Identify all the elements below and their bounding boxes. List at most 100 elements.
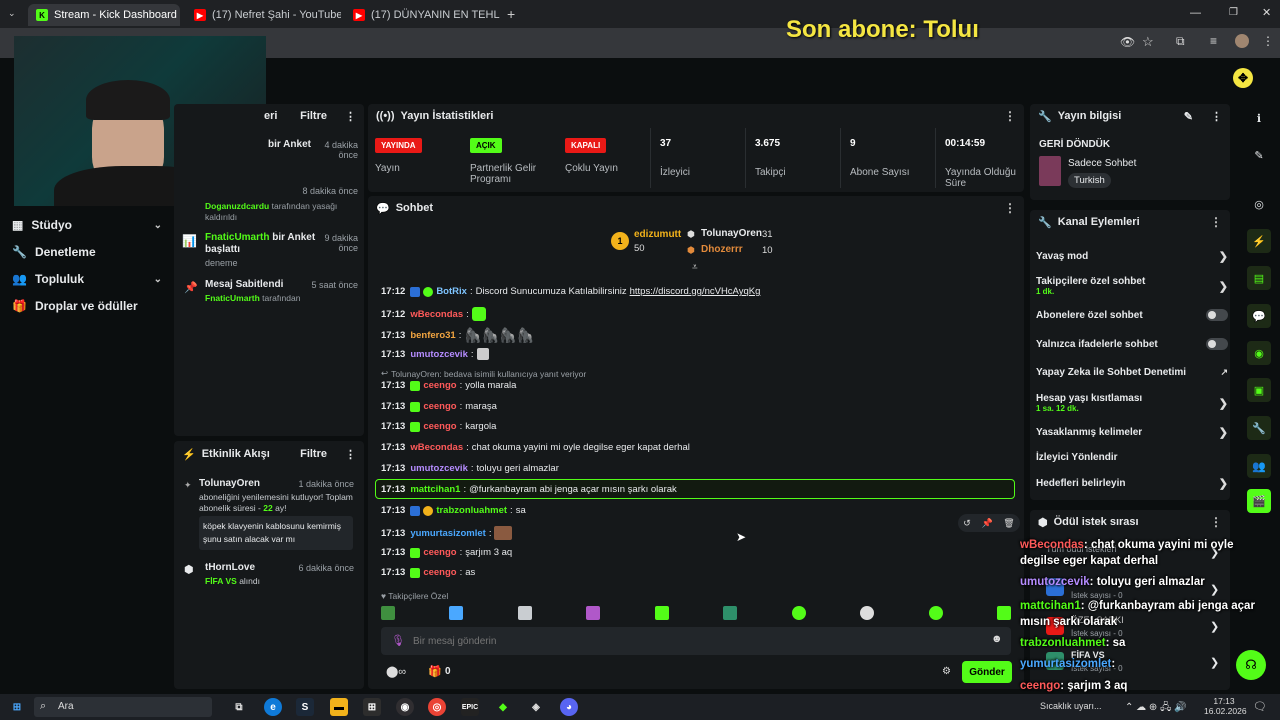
clapper-icon[interactable]: 🎬 — [1247, 489, 1271, 513]
notifications-icon[interactable]: 🗨 — [1253, 700, 1267, 713]
emote[interactable] — [860, 606, 875, 620]
reply-icon[interactable]: ↺ — [963, 518, 971, 529]
chat-input[interactable] — [413, 632, 973, 650]
emoji-icon[interactable]: ☻ — [991, 633, 1003, 645]
followers-only-row[interactable]: Takipçilere özel sohbet 1 dk. ❯ — [1036, 276, 1228, 296]
stream-category[interactable]: Sadece Sohbet — [1068, 158, 1136, 169]
emote[interactable] — [381, 606, 395, 620]
message-user[interactable]: wBecondas — [410, 309, 463, 320]
chevron-right-icon[interactable]: ❯ — [1210, 656, 1219, 669]
goals-row[interactable]: Hedefleri belirleyin ❯ — [1036, 477, 1228, 490]
message-user[interactable]: ceengo — [423, 380, 456, 391]
obs-icon[interactable]: ◉ — [396, 698, 414, 716]
message-user[interactable]: mattcihan1 — [410, 484, 460, 495]
message-user[interactable]: umutozcevik — [410, 463, 468, 474]
message-user[interactable]: ceengo — [423, 547, 456, 558]
dashboard-logo-icon[interactable]: ✥ — [1233, 68, 1253, 88]
nav-moderation[interactable]: 🔧 Denetleme — [12, 245, 162, 259]
edge-icon[interactable]: e — [264, 698, 282, 716]
steam-icon[interactable]: S — [296, 698, 314, 716]
activity-user[interactable]: tHornLove — [205, 562, 255, 573]
mod-entry-user[interactable]: FnaticUmarth — [205, 293, 260, 303]
info-icon[interactable]: ℹ — [1247, 106, 1271, 130]
chat-input-box[interactable]: 🎙 ☻ — [381, 627, 1011, 655]
activity-user[interactable]: TolunayOren — [199, 478, 260, 489]
emotes-only-toggle[interactable] — [1206, 338, 1228, 350]
more-icon[interactable]: ⋮ — [1210, 515, 1222, 529]
profile-avatar[interactable] — [1235, 34, 1249, 48]
message-link[interactable]: https://discord.gg/ncVHcAyqKg — [630, 286, 761, 297]
app-icon[interactable]: ◆ — [494, 698, 512, 716]
tab-youtube-2[interactable]: ▶ (17) DÜNYANIN EN TEHLİKELİ T ✕ — [345, 4, 500, 26]
leaderboard-name[interactable]: Dhozerrr — [701, 244, 743, 255]
edit-pencil-icon[interactable]: ✎ — [1247, 143, 1271, 167]
emote[interactable] — [928, 606, 943, 620]
clock[interactable]: 17:13 16.02.2026 — [1204, 696, 1247, 716]
leaderboard-name[interactable]: edizumutt — [634, 229, 681, 240]
file-explorer-icon[interactable]: ▬ — [330, 698, 348, 716]
raid-row[interactable]: İzleyici Yönlendir — [1036, 452, 1228, 463]
more-icon[interactable]: ⋮ — [1211, 110, 1222, 123]
emote[interactable] — [449, 606, 464, 620]
leaderboard-name[interactable]: TolunayOren — [701, 228, 762, 239]
more-icon[interactable]: ⋮ — [1210, 215, 1222, 229]
pinned-toggle-icon[interactable]: ⩡ — [692, 262, 698, 273]
windows-start-icon[interactable]: ⊞ — [8, 698, 26, 716]
filter-button[interactable]: Filtre — [300, 110, 327, 122]
weather-notification[interactable]: Sıcaklık uyarı... — [1040, 701, 1102, 711]
record-icon[interactable]: ◎ — [1247, 192, 1271, 216]
minimize-icon[interactable]: — — [1190, 7, 1201, 19]
star-icon[interactable]: ☆ — [1142, 34, 1154, 50]
more-icon[interactable]: ⋮ — [345, 110, 356, 123]
message-user[interactable]: yumurtasizomlet — [410, 528, 486, 539]
message-user[interactable]: wBecondas — [410, 442, 463, 453]
slow-mode-row[interactable]: Yavaş mod ❯ — [1036, 250, 1228, 263]
nav-community[interactable]: 👥 Topluluk ⌄ — [12, 272, 162, 286]
nav-drops[interactable]: 🎁 Droplar ve ödüller — [12, 299, 162, 313]
pin-icon[interactable]: 📌 — [981, 518, 992, 529]
message-user[interactable]: ceengo — [423, 401, 456, 412]
discord-icon[interactable]: ◕ — [560, 698, 578, 716]
tab-youtube-1[interactable]: ▶ (17) Nefret Şahi - YouTube 🔊 ✕ — [186, 4, 341, 26]
tab-kick-dashboard[interactable]: K Stream - Kick Dashboard ✕ — [28, 4, 180, 26]
close-window-icon[interactable]: ✕ — [1262, 6, 1271, 19]
mod-entry-user[interactable]: Doganuzdcardu — [205, 201, 269, 211]
more-icon[interactable]: ⋮ — [1004, 201, 1016, 215]
edit-pencil-icon[interactable]: ✎ — [1184, 110, 1193, 123]
microphone-icon[interactable]: 🎙 — [391, 634, 405, 647]
emote[interactable] — [517, 606, 532, 620]
document-icon[interactable]: ▤ — [1247, 266, 1271, 290]
support-button[interactable]: ☊ — [1236, 650, 1266, 680]
taskbar-search[interactable]: ⌕ Ara — [34, 697, 212, 717]
emote[interactable] — [791, 606, 806, 620]
send-button[interactable]: Gönder — [962, 661, 1012, 683]
lightning-icon[interactable]: ⚡ — [1247, 229, 1271, 253]
message-user[interactable]: benfero31 — [410, 330, 455, 341]
chevron-right-icon[interactable]: ❯ — [1210, 583, 1219, 596]
task-view-icon[interactable]: ⧉ — [230, 698, 248, 716]
users-icon[interactable]: 👥 — [1247, 454, 1271, 478]
new-tab-button[interactable]: + — [507, 6, 515, 22]
message-user[interactable]: BotRix — [436, 286, 467, 297]
broadcast-icon[interactable]: ◉ — [1247, 341, 1271, 365]
layout-icon[interactable]: ▣ — [1247, 378, 1271, 402]
mod-entry-user[interactable]: FnaticUmarth — [205, 232, 269, 243]
infinity-icon[interactable]: ⬤∞ — [386, 665, 406, 678]
epic-games-icon[interactable]: EPIC — [461, 698, 479, 716]
message-user[interactable]: ceengo — [423, 421, 456, 432]
maximize-icon[interactable]: ❐ — [1229, 7, 1238, 18]
system-tray-icons[interactable]: ⌃ ☁ ⊕ 🖧 🔊 — [1125, 700, 1186, 717]
message-user[interactable]: ceengo — [423, 567, 456, 578]
chat-bubble-icon[interactable]: 💬 — [1247, 304, 1271, 328]
banned-words-row[interactable]: Yasaklanmış kelimeler ❯ — [1036, 426, 1228, 439]
message-user[interactable]: umutozcevik — [410, 349, 468, 360]
media-icon[interactable]: ≡ — [1210, 34, 1217, 48]
chrome-icon[interactable]: ◎ — [428, 698, 446, 716]
more-icon[interactable]: ⋮ — [1004, 109, 1016, 123]
tab-search-icon[interactable]: ⌄ — [8, 8, 16, 19]
message-user[interactable]: trabzonluahmet — [436, 505, 507, 516]
emote[interactable] — [723, 606, 738, 620]
store-icon[interactable]: ⊞ — [363, 698, 381, 716]
emote[interactable] — [586, 606, 601, 620]
account-age-row[interactable]: Hesap yaşı kısıtlaması 1 sa. 12 dk. ❯ — [1036, 393, 1228, 413]
